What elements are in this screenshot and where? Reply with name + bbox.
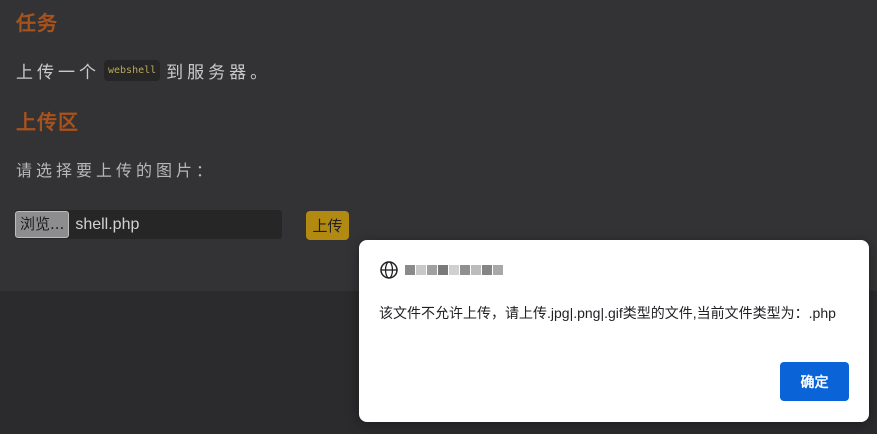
blurred-origin — [405, 265, 503, 275]
file-input[interactable]: 浏览... shell.php — [15, 210, 282, 239]
dialog-message: 该文件不允许上传，请上传.jpg|.png|.gif类型的文件,当前文件类型为：… — [379, 305, 836, 321]
alert-dialog: 该文件不允许上传，请上传.jpg|.png|.gif类型的文件,当前文件类型为：… — [359, 240, 869, 422]
browse-button[interactable]: 浏览... — [15, 211, 70, 238]
upload-area-heading: 上传区 — [16, 110, 79, 134]
choose-image-label: 请选择要上传的图片： — [16, 161, 217, 180]
task-description: 上传一个 webshell 到服务器。 — [16, 58, 271, 83]
webshell-code: webshell — [104, 60, 161, 81]
task-heading: 任务 — [16, 11, 58, 35]
selected-file-name: shell.php — [75, 215, 140, 233]
ok-button[interactable]: 确定 — [780, 362, 849, 401]
upload-button[interactable]: 上传 — [306, 211, 349, 240]
task-text-after: 到服务器。 — [166, 63, 272, 83]
globe-icon — [379, 260, 399, 280]
task-text-before: 上传一个 — [16, 63, 100, 83]
dialog-header — [379, 260, 503, 280]
